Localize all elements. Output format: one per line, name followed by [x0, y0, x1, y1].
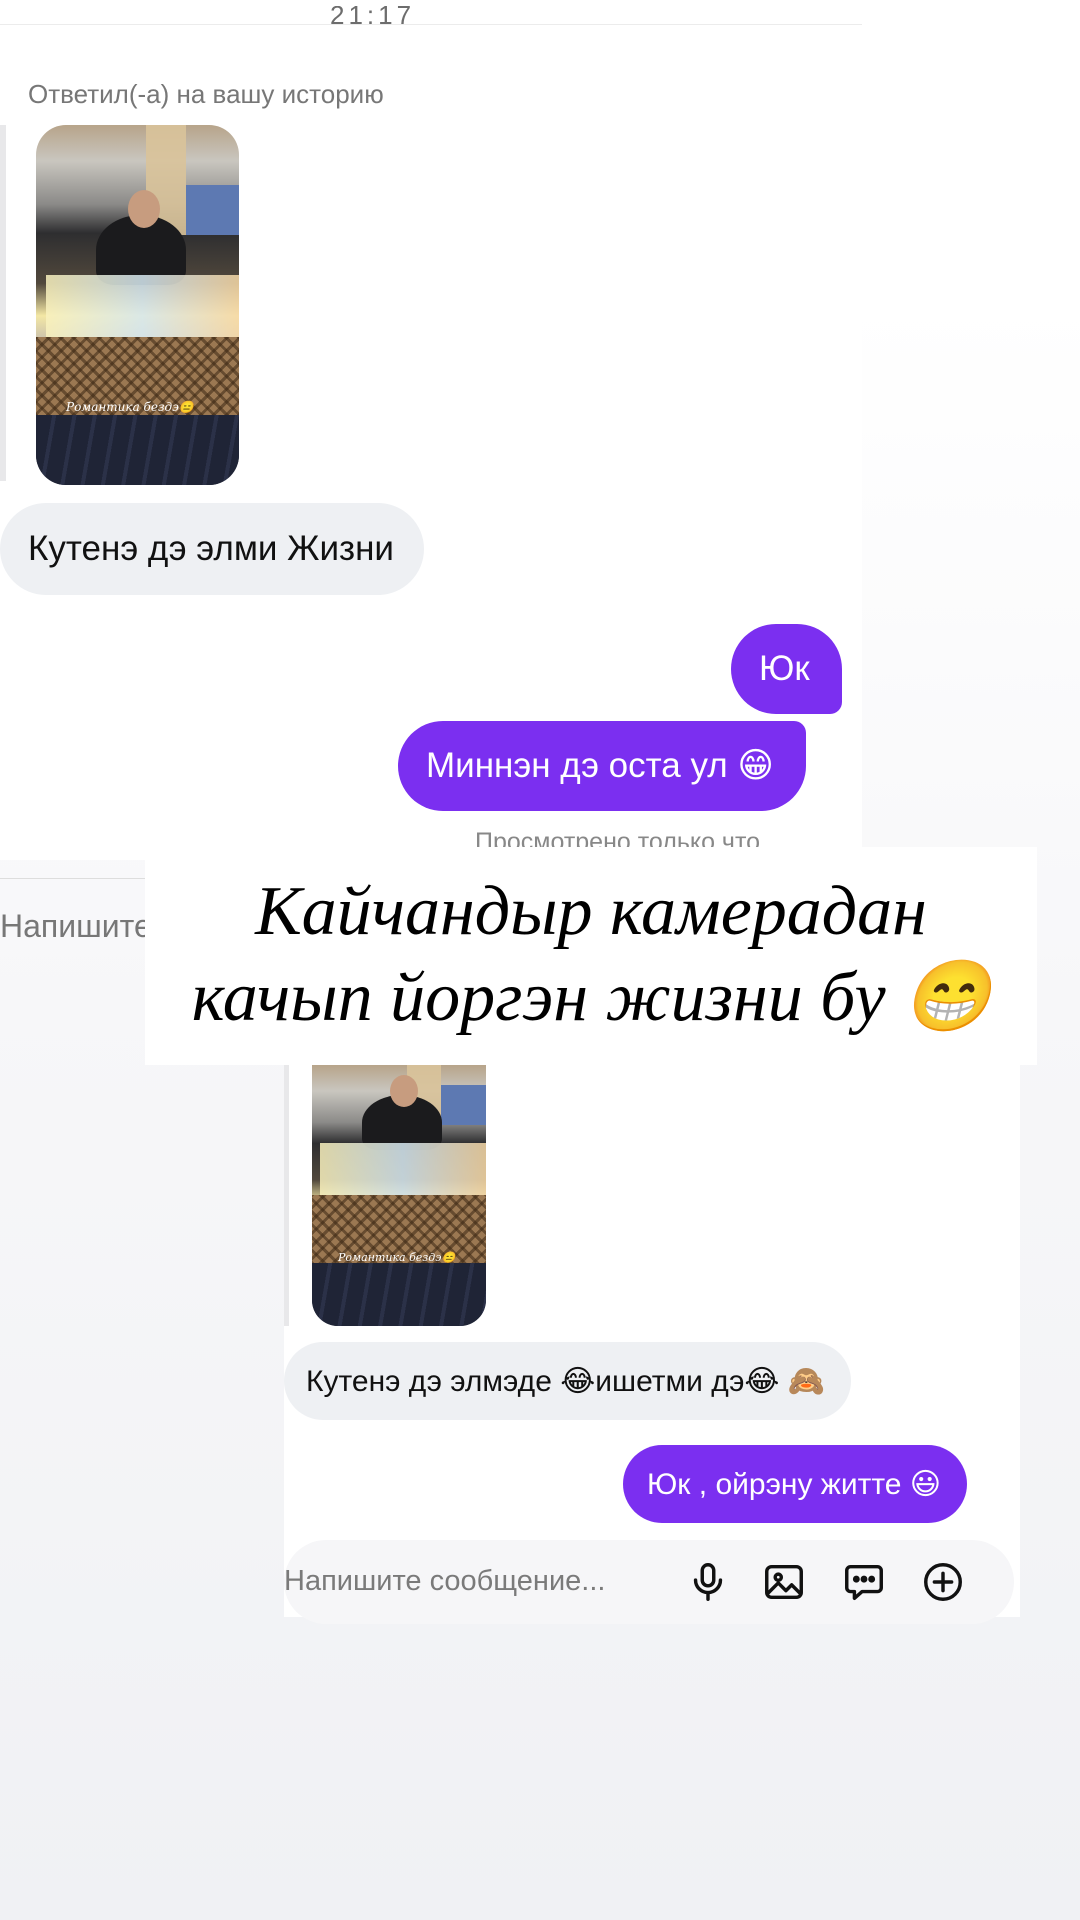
- message-text: Кутенэ дэ элми Жизни: [28, 529, 394, 568]
- message-incoming[interactable]: Кутенэ дэ элмэде 😂ишетми дэ😂 🙈: [284, 1342, 852, 1420]
- blue-wall-shape: [186, 185, 239, 235]
- person-head: [128, 190, 160, 228]
- blue-wall-shape: [441, 1085, 486, 1125]
- overlay-caption-line-1: Кайчандыр камерадан: [255, 873, 927, 950]
- message-composer: Напишите сообщение...: [284, 1540, 1014, 1624]
- story-reply-note: Ответил(-а) на вашу историю: [28, 79, 384, 109]
- story-caption: Романтика бездэ😑: [66, 400, 194, 414]
- chat-screenshot-top: 21:17 Ответил(-а) на вашу историю Романт…: [0, 0, 862, 860]
- table-surface: [46, 275, 239, 340]
- reply-indicator-bar: [0, 125, 6, 481]
- message-text: Юк , ойрэну житте 😃: [647, 1467, 942, 1501]
- message-text: Юк: [759, 649, 810, 688]
- composer-divider: [0, 878, 146, 879]
- chat-icon[interactable]: [838, 1556, 890, 1608]
- message-outgoing[interactable]: Юк: [731, 624, 842, 714]
- message-incoming[interactable]: Кутенэ дэ элми Жизни: [0, 503, 424, 595]
- divider: [0, 24, 862, 25]
- deck-floor: [312, 1263, 486, 1326]
- image-icon[interactable]: [758, 1556, 810, 1608]
- plus-circle-icon[interactable]: [917, 1556, 969, 1608]
- message-outgoing[interactable]: Миннэн дэ оста ул 😁: [398, 721, 806, 811]
- person-head: [390, 1075, 418, 1107]
- deck-floor: [36, 415, 239, 485]
- overlay-caption-line-2: качып йоргэн жизни бу 😁: [191, 959, 991, 1036]
- reply-indicator-bar: [284, 1065, 289, 1326]
- microphone-icon[interactable]: [682, 1556, 734, 1608]
- message-input-cut[interactable]: Напишите сообщение...: [0, 908, 146, 945]
- story-caption: Романтика бездэ😑: [338, 1251, 456, 1264]
- chat-screenshot-bottom: Романтика бездэ😑 Кутенэ дэ элмэде 😂ишетм…: [284, 1065, 1020, 1617]
- message-text: Миннэн дэ оста ул 😁: [426, 746, 774, 785]
- message-outgoing[interactable]: Юк , ойрэну житте 😃: [623, 1445, 968, 1523]
- message-text: Кутенэ дэ элмэде 😂ишетми дэ😂 🙈: [306, 1364, 826, 1398]
- message-input[interactable]: Напишите сообщение...: [284, 1565, 605, 1598]
- timestamp-fragment: 21:17: [330, 6, 416, 30]
- story-thumbnail[interactable]: Романтика бездэ😑: [36, 125, 239, 485]
- story-thumbnail[interactable]: Романтика бездэ😑: [312, 1065, 486, 1326]
- table-surface: [320, 1143, 486, 1198]
- overlay-caption: Кайчандыр камерадан качып йоргэн жизни б…: [145, 847, 1037, 1065]
